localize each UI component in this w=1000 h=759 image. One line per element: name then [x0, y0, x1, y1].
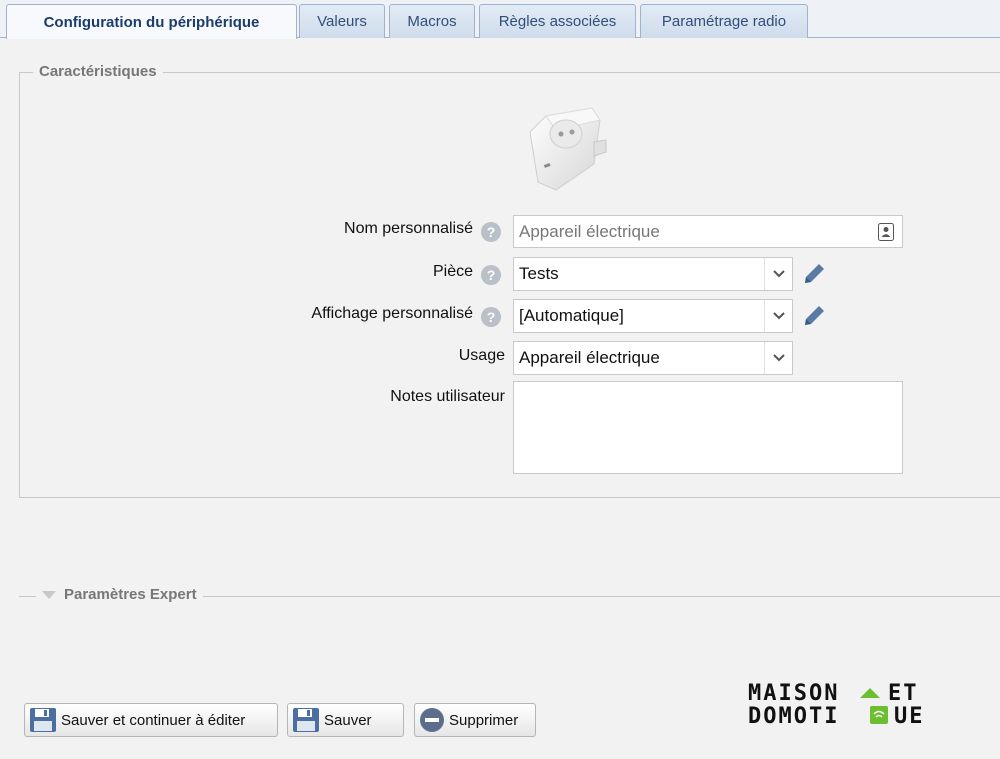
help-icon[interactable]: ? [481, 222, 501, 242]
house-roof-icon [860, 688, 880, 698]
tab-bar: Configuration du périphérique Valeurs Ma… [0, 0, 1000, 39]
logo-text-line2: DOMOTI [748, 704, 839, 726]
logo-text-line1: MAISON [748, 681, 839, 706]
room-select[interactable]: Tests [513, 257, 793, 291]
tab-label: Macros [407, 13, 457, 30]
tab-configuration[interactable]: Configuration du périphérique [6, 4, 297, 39]
notes-label: Notes utilisateur [390, 388, 505, 405]
tab-macros[interactable]: Macros [389, 4, 475, 38]
chevron-down-icon [764, 342, 792, 374]
room-label: Pièce [432, 263, 473, 280]
help-icon[interactable]: ? [481, 307, 501, 327]
pencil-icon[interactable] [801, 303, 827, 329]
chevron-down-icon [764, 258, 792, 290]
display-value: [Automatique] [519, 306, 624, 325]
usage-value: Appareil électrique [519, 348, 660, 367]
room-value: Tests [519, 264, 559, 283]
maison-et-domotique-logo: MAISON ET DOMOTI UE [748, 681, 925, 726]
save-button[interactable]: Sauver [287, 703, 404, 737]
tab-regles[interactable]: Règles associées [479, 4, 636, 38]
display-label: Affichage personnalisé [311, 305, 473, 322]
save-label: Sauver [324, 711, 372, 729]
notes-textarea[interactable] [513, 381, 903, 474]
logo-text-line1b: ET [888, 681, 919, 706]
tab-label: Paramétrage radio [661, 13, 787, 30]
name-input[interactable]: Appareil électrique [513, 215, 903, 248]
contact-card-icon[interactable] [878, 223, 894, 241]
save-continue-label: Sauver et continuer à éditer [61, 711, 246, 729]
help-icon[interactable]: ? [481, 265, 501, 285]
name-placeholder: Appareil électrique [519, 221, 660, 241]
delete-label: Supprimer [449, 711, 519, 729]
usage-select[interactable]: Appareil électrique [513, 341, 793, 375]
triangle-down-icon [42, 590, 56, 599]
floppy-disk-icon [293, 708, 319, 732]
chevron-down-icon [764, 300, 792, 332]
tab-radio[interactable]: Paramétrage radio [640, 4, 808, 38]
name-label: Nom personnalisé [344, 220, 473, 237]
tab-label: Valeurs [317, 13, 367, 30]
tab-label: Règles associées [498, 13, 617, 30]
save-continue-button[interactable]: Sauver et continuer à éditer [24, 703, 278, 737]
pencil-icon[interactable] [801, 261, 827, 287]
tab-valeurs[interactable]: Valeurs [299, 4, 385, 38]
minus-circle-icon [420, 708, 444, 732]
expert-toggle[interactable]: Paramètres Expert [36, 586, 203, 603]
floppy-disk-icon [30, 708, 56, 732]
characteristics-legend: Caractéristiques [33, 63, 163, 80]
display-select[interactable]: [Automatique] [513, 299, 793, 333]
logo-text-line2b: UE [894, 704, 925, 726]
usage-label: Usage [458, 347, 505, 364]
expert-title: Paramètres Expert [64, 586, 197, 603]
power-plug-image [529, 107, 607, 191]
tab-label: Configuration du périphérique [43, 13, 260, 31]
delete-button[interactable]: Supprimer [414, 703, 536, 737]
